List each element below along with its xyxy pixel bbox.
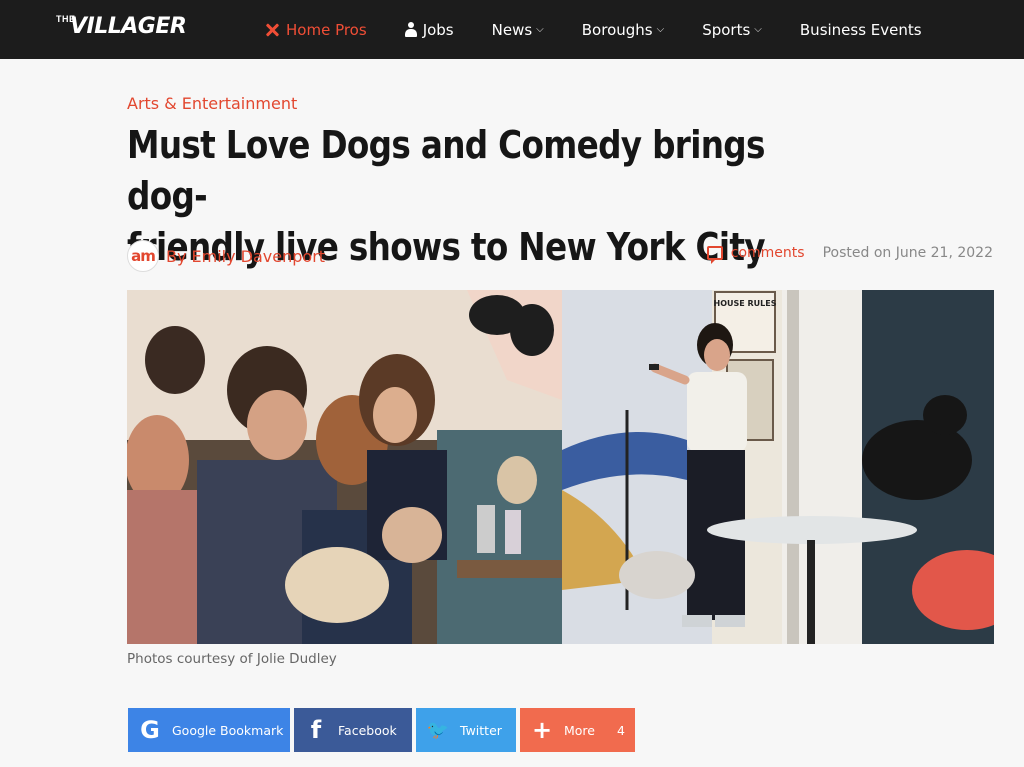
nav-label: News: [491, 20, 533, 39]
nav-label: Boroughs: [581, 20, 653, 39]
main-nav: Home Pros Jobs News ⌵ Boroughs ⌵ Sports …: [264, 0, 960, 59]
article-meta: comments Posted on June 21, 2022: [706, 245, 993, 264]
person-head: [145, 326, 205, 394]
nav-item-sports[interactable]: Sports ⌵: [702, 21, 762, 39]
facebook-icon: f: [310, 716, 322, 744]
logo-name: VILLAGER: [70, 14, 187, 39]
person-face: [247, 390, 307, 460]
top-nav-bar: THE VILLAGER Home Pros Jobs News ⌵ Borou…: [0, 0, 1024, 59]
headline-line-1: Must Love Dogs and Comedy brings dog-: [127, 123, 765, 218]
share-label: More: [564, 722, 595, 738]
mural-shape: [510, 304, 554, 356]
table-leg: [807, 540, 815, 644]
dog: [382, 507, 442, 563]
comedian-face: [704, 339, 730, 371]
nav-label: Business Events: [799, 20, 922, 39]
nav-label: Home Pros: [286, 20, 367, 39]
nav-label: Jobs: [422, 20, 454, 39]
site-logo[interactable]: THE VILLAGER: [56, 10, 187, 48]
author-link[interactable]: By Emily Davenport: [166, 247, 325, 266]
dog: [285, 547, 389, 623]
house-rules-text: HOUSE RULES: [714, 299, 777, 308]
twitter-share-button[interactable]: 🐦 Twitter: [416, 708, 516, 752]
share-label: Twitter: [460, 722, 502, 738]
comment-icon: [706, 246, 723, 264]
sneaker: [715, 615, 745, 627]
chevron-down-icon: ⌵: [536, 24, 544, 35]
person-face: [373, 387, 417, 443]
byline: am By Emily Davenport: [127, 240, 325, 272]
article-category-link[interactable]: Arts & Entertainment: [127, 94, 297, 113]
plus-icon: +: [531, 716, 553, 744]
tools-icon: [264, 22, 280, 38]
can: [505, 510, 521, 554]
photo-caption: Photos courtesy of Jolie Dudley: [127, 651, 337, 667]
twitter-icon: 🐦: [426, 719, 450, 741]
share-label: Facebook: [338, 722, 397, 738]
hero-photo-illustration: HOUSE RULES: [127, 290, 994, 644]
google-bookmark-button[interactable]: G Google Bookmark: [128, 708, 290, 752]
nav-item-jobs[interactable]: Jobs: [404, 20, 454, 39]
microphone: [649, 364, 659, 370]
user-icon: [404, 22, 417, 37]
facebook-share-button[interactable]: f Facebook: [294, 708, 412, 752]
dog: [619, 551, 695, 599]
nav-item-home-pros[interactable]: Home Pros: [264, 21, 367, 39]
dog: [497, 456, 537, 504]
black-dog-head: [923, 395, 967, 435]
share-label: Google Bookmark: [172, 722, 284, 738]
posted-date: Posted on June 21, 2022: [822, 245, 993, 261]
chevron-down-icon: ⌵: [656, 24, 665, 35]
nav-label: Sports: [702, 20, 751, 39]
cafe-table: [707, 516, 917, 544]
can: [477, 505, 495, 553]
sneaker: [682, 615, 712, 627]
more-share-button[interactable]: + More 4: [520, 708, 635, 752]
door-frame: [787, 290, 799, 644]
share-count: 4: [617, 722, 625, 738]
nav-item-business-events[interactable]: Business Events: [800, 21, 922, 39]
comments-label: comments: [730, 245, 805, 261]
nav-item-boroughs[interactable]: Boroughs ⌵: [582, 21, 664, 39]
comments-link[interactable]: comments: [706, 245, 805, 264]
author-avatar[interactable]: am: [127, 240, 159, 272]
share-bar: G Google Bookmark f Facebook 🐦 Twitter +…: [128, 708, 639, 752]
table: [457, 560, 562, 578]
comedian-shirt: [687, 372, 747, 452]
person-body: [127, 490, 207, 644]
article-hero-photo[interactable]: HOUSE RULES: [127, 290, 994, 644]
nav-item-news[interactable]: News ⌵: [492, 21, 544, 39]
booth-seat: [437, 430, 562, 644]
chevron-down-icon: ⌵: [754, 24, 762, 35]
google-icon: G: [140, 716, 160, 744]
